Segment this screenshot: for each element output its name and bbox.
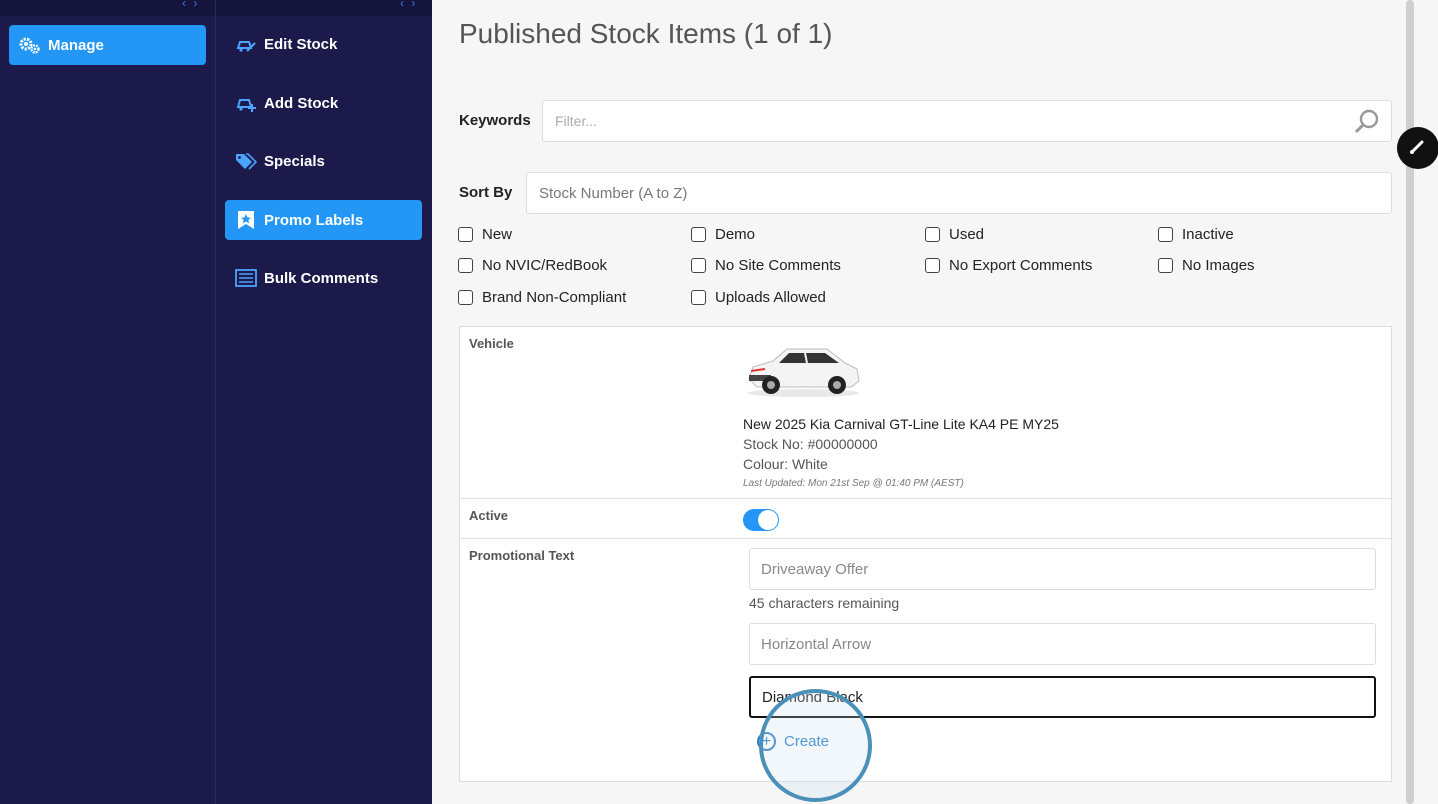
tags-icon — [235, 150, 257, 172]
checkbox-box[interactable] — [458, 258, 473, 273]
pencil-icon — [1408, 136, 1428, 161]
checkbox-label: No Export Comments — [949, 257, 1093, 274]
edit-fab-button[interactable] — [1397, 127, 1438, 169]
promo-style-select[interactable]: Horizontal Arrow — [749, 623, 1376, 665]
checkbox-box[interactable] — [691, 290, 706, 305]
sidebar-item-add-stock[interactable]: Add Stock — [225, 83, 422, 123]
sort-by-select[interactable]: Stock Number (A to Z) — [526, 172, 1392, 214]
filter-inactive-checkbox[interactable]: Inactive — [1158, 226, 1234, 243]
checkbox-label: Demo — [715, 226, 756, 243]
filter-used-checkbox[interactable]: Used — [925, 226, 984, 243]
sidebar-item-label: Edit Stock — [264, 35, 338, 53]
sidebar-item-edit-stock[interactable]: Edit Stock — [225, 24, 422, 64]
vehicle-title: New 2025 Kia Carnival GT-Line Lite KA4 P… — [743, 416, 1059, 432]
active-toggle[interactable] — [743, 509, 779, 531]
promotional-text-label: Promotional Text — [469, 548, 575, 563]
vehicle-image — [743, 341, 863, 404]
promo-text-value: Driveaway Offer — [761, 560, 869, 578]
keywords-placeholder: Filter... — [555, 113, 598, 129]
collapse-icon[interactable]: ‹ › — [400, 0, 417, 10]
checkbox-box[interactable] — [458, 290, 473, 305]
checkbox-box[interactable] — [691, 258, 706, 273]
filter-demo-checkbox[interactable]: Demo — [691, 226, 755, 243]
star-badge-icon — [235, 209, 257, 231]
sidebar-item-specials[interactable]: Specials — [225, 141, 422, 181]
keywords-label: Keywords — [459, 112, 531, 129]
stock-item-table: Vehicle New 2025 Kia Carnival GT-Line Li… — [459, 326, 1392, 782]
sort-by-label: Sort By — [459, 184, 513, 201]
filter-no-images-checkbox[interactable]: No Images — [1158, 257, 1255, 274]
filter-no-nvic-checkbox[interactable]: No NVIC/RedBook — [458, 257, 607, 274]
create-button[interactable]: + Create — [757, 732, 829, 751]
car-add-icon — [235, 92, 257, 114]
checkbox-label: Brand Non-Compliant — [482, 289, 627, 306]
checkbox-label: No Site Comments — [715, 257, 841, 274]
row-divider — [460, 538, 1391, 539]
sort-by-value: Stock Number (A to Z) — [539, 184, 688, 202]
car-edit-icon — [235, 33, 257, 55]
characters-remaining: 45 characters remaining — [749, 595, 900, 611]
checkbox-label: Inactive — [1182, 226, 1234, 243]
checkbox-label: No Images — [1182, 257, 1255, 274]
checkbox-box[interactable] — [925, 227, 940, 242]
checkbox-label: Uploads Allowed — [715, 289, 826, 306]
sidebar-item-label: Add Stock — [264, 94, 339, 112]
sidebar-item-label: Manage — [48, 36, 104, 54]
search-icon[interactable] — [1353, 108, 1381, 140]
vehicle-label: Vehicle — [469, 336, 514, 351]
keywords-input[interactable]: Filter... — [542, 100, 1392, 142]
checkbox-label: No NVIC/RedBook — [482, 257, 608, 274]
plus-circle-icon: + — [757, 732, 776, 751]
checkbox-box[interactable] — [691, 227, 706, 242]
filter-uploads-allowed-checkbox[interactable]: Uploads Allowed — [691, 289, 826, 306]
active-label: Active — [469, 508, 509, 523]
create-button-label: Create — [784, 733, 830, 750]
promo-text-input[interactable]: Driveaway Offer — [749, 548, 1376, 590]
filter-new-checkbox[interactable]: New — [458, 226, 512, 243]
checkbox-box[interactable] — [458, 227, 473, 242]
toggle-knob — [758, 510, 778, 530]
checkbox-box[interactable] — [1158, 227, 1173, 242]
checkbox-box[interactable] — [925, 258, 940, 273]
sidebar-item-bulk-comments[interactable]: Bulk Comments — [225, 258, 422, 298]
sidebar-item-label: Bulk Comments — [264, 269, 379, 287]
page-scrollbar[interactable] — [1406, 0, 1414, 804]
vehicle-colour: Colour: White — [743, 456, 828, 472]
checkbox-box[interactable] — [1158, 258, 1173, 273]
promo-colour-value: Diamond Black — [762, 688, 863, 706]
filter-brand-non-compliant-checkbox[interactable]: Brand Non-Compliant — [458, 289, 626, 306]
gears-icon — [19, 34, 41, 56]
list-icon — [235, 267, 257, 289]
filter-no-export-comments-checkbox[interactable]: No Export Comments — [925, 257, 1092, 274]
secondary-sidebar: ‹ › Edit Stock Add Stock Specials Promo … — [216, 0, 432, 804]
filter-no-site-comments-checkbox[interactable]: No Site Comments — [691, 257, 841, 274]
vehicle-last-updated: Last Updated: Mon 21st Sep @ 01:40 PM (A… — [743, 478, 964, 489]
sidebar-item-label: Promo Labels — [264, 211, 364, 229]
vehicle-stock-number: Stock No: #00000000 — [743, 436, 878, 452]
sidebar-item-promo-labels[interactable]: Promo Labels — [225, 200, 422, 240]
main-content: Published Stock Items (1 of 1) Keywords … — [432, 0, 1422, 804]
sidebar-item-label: Specials — [264, 152, 325, 170]
checkbox-label: Used — [949, 226, 985, 243]
checkbox-label: New — [482, 226, 513, 243]
sidebar-item-manage[interactable]: Manage — [9, 25, 206, 65]
promo-style-value: Horizontal Arrow — [761, 635, 872, 653]
promo-colour-input[interactable]: Diamond Black — [749, 676, 1376, 718]
page-title: Published Stock Items (1 of 1) — [459, 18, 833, 49]
primary-sidebar: ‹ › Manage — [0, 0, 216, 804]
collapse-icon[interactable]: ‹ › — [182, 0, 199, 10]
row-divider — [460, 498, 1391, 499]
